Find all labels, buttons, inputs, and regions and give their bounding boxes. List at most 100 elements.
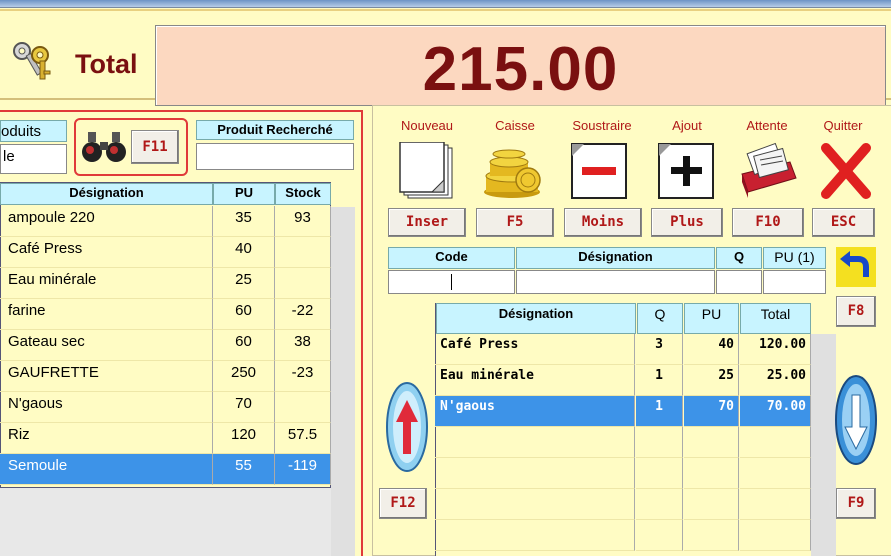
products-rows: ampoule 220 35 93 Café Press 40 Eau minérale 2…	[0, 206, 331, 486]
cart-rows: Café Press 3 40 120.00 Eau minérale 1 25 25.00 N…	[435, 334, 811, 556]
product-stock	[275, 268, 331, 299]
subtract-button[interactable]: Moins	[564, 208, 642, 237]
cart-q	[636, 489, 683, 520]
cart-pu: 40	[684, 334, 739, 365]
cart-row[interactable]	[435, 489, 811, 520]
product-row[interactable]: farine 60 -22	[0, 299, 331, 330]
cart-col-total: Total	[740, 303, 811, 334]
product-name: GAUFRETTE	[0, 361, 213, 392]
product-row[interactable]: Gateau sec 60 38	[0, 330, 331, 361]
cart-q	[636, 520, 683, 551]
toolbar-label-soustraire: Soustraire	[572, 118, 632, 133]
cart-q: 1	[636, 365, 683, 396]
search-f11-button[interactable]: F11	[131, 130, 179, 164]
quantity-input[interactable]	[716, 270, 762, 294]
f9-button[interactable]: F9	[836, 488, 876, 519]
col-designation: Désignation	[0, 183, 213, 205]
minus-document-icon[interactable]	[570, 142, 630, 200]
search-input[interactable]	[196, 143, 354, 170]
cart-total	[740, 489, 811, 520]
products-empty-area	[0, 488, 331, 556]
down-arrow-icon[interactable]	[835, 375, 877, 465]
cart-name: N'gaous	[435, 396, 635, 427]
cart-q	[636, 458, 683, 489]
total-display: 215.00	[155, 25, 886, 106]
cart-total	[740, 520, 811, 551]
product-pu: 25	[213, 268, 275, 299]
cart-total: 25.00	[740, 365, 811, 396]
undo-arrow-icon[interactable]	[836, 247, 876, 287]
products-scroll-area[interactable]	[331, 207, 355, 556]
cart-col-designation: Désignation	[436, 303, 636, 334]
new-button[interactable]: Inser	[388, 208, 466, 237]
product-pu: 55	[213, 454, 275, 485]
product-row[interactable]: Eau minérale 25	[0, 268, 331, 299]
product-stock: -119	[275, 454, 331, 485]
cart-pu: 25	[684, 365, 739, 396]
product-row[interactable]: GAUFRETTE 250 -23	[0, 361, 331, 392]
red-x-icon[interactable]	[816, 142, 876, 200]
cart-pu: 70	[684, 396, 739, 427]
hold-button[interactable]: F10	[732, 208, 804, 237]
cart-name	[435, 520, 635, 551]
total-value: 215.00	[422, 35, 619, 104]
product-name: Riz	[0, 423, 213, 454]
product-name: Café Press	[0, 237, 213, 268]
pos-window: Total 215.00 oduits le F11 Produit Reche…	[0, 0, 891, 556]
plus-document-icon[interactable]	[657, 142, 717, 200]
pu-input[interactable]	[763, 270, 826, 294]
product-stock: -22	[275, 299, 331, 330]
new-document-icon[interactable]	[398, 142, 458, 200]
cart-q	[636, 427, 683, 458]
cart-total	[740, 427, 811, 458]
product-pu: 60	[213, 299, 275, 330]
product-pu: 35	[213, 206, 275, 237]
product-stock: -23	[275, 361, 331, 392]
product-row[interactable]: ampoule 220 35 93	[0, 206, 331, 237]
product-row[interactable]: Café Press 40	[0, 237, 331, 268]
cash-button[interactable]: F5	[476, 208, 554, 237]
cart-row[interactable]	[435, 458, 811, 489]
total-header: Total 215.00	[0, 9, 891, 106]
product-name: Gateau sec	[0, 330, 213, 361]
cart-row[interactable]: N'gaous 1 70 70.00	[435, 396, 811, 427]
card-file-icon[interactable]	[738, 142, 798, 200]
cart-row[interactable]: Eau minérale 1 25 25.00	[435, 365, 811, 396]
col-stock: Stock	[275, 183, 331, 205]
product-stock: 93	[275, 206, 331, 237]
cart-name	[435, 458, 635, 489]
cart-col-pu: PU	[684, 303, 739, 334]
product-row[interactable]: N'gaous 70	[0, 392, 331, 423]
quit-button[interactable]: ESC	[812, 208, 875, 237]
add-button[interactable]: Plus	[651, 208, 723, 237]
cart-row[interactable]	[435, 427, 811, 458]
cart-row[interactable]	[435, 520, 811, 551]
entry-col-designation: Désignation	[516, 247, 715, 269]
product-pu: 40	[213, 237, 275, 268]
entry-col-code: Code	[388, 247, 515, 269]
f12-button[interactable]: F12	[379, 488, 427, 519]
cart-name	[435, 427, 635, 458]
cart-scroll-area[interactable]	[811, 334, 836, 556]
toolbar-label-caisse: Caisse	[495, 118, 535, 133]
total-label: Total	[75, 49, 138, 79]
coins-icon[interactable]	[482, 142, 542, 200]
product-row[interactable]: Semoule 55 -119	[0, 454, 331, 485]
product-row[interactable]: Riz 120 57.5	[0, 423, 331, 454]
entry-col-q: Q	[716, 247, 762, 269]
f8-button[interactable]: F8	[836, 296, 876, 327]
cart-pu	[684, 427, 739, 458]
cart-row[interactable]: Café Press 3 40 120.00	[435, 334, 811, 365]
up-arrow-icon[interactable]	[386, 382, 428, 472]
keys-icon	[13, 42, 51, 80]
cart-total: 70.00	[740, 396, 811, 427]
product-stock	[275, 392, 331, 423]
product-pu: 60	[213, 330, 275, 361]
product-filter-input[interactable]: le	[0, 144, 67, 174]
cart-name: Café Press	[435, 334, 635, 365]
toolbar: Nouveau Caisse Soustraire Ajout Attente …	[380, 118, 890, 248]
cart-name	[435, 489, 635, 520]
toolbar-label-nouveau: Nouveau	[400, 118, 454, 133]
cart-pu	[684, 458, 739, 489]
designation-input[interactable]	[516, 270, 715, 294]
